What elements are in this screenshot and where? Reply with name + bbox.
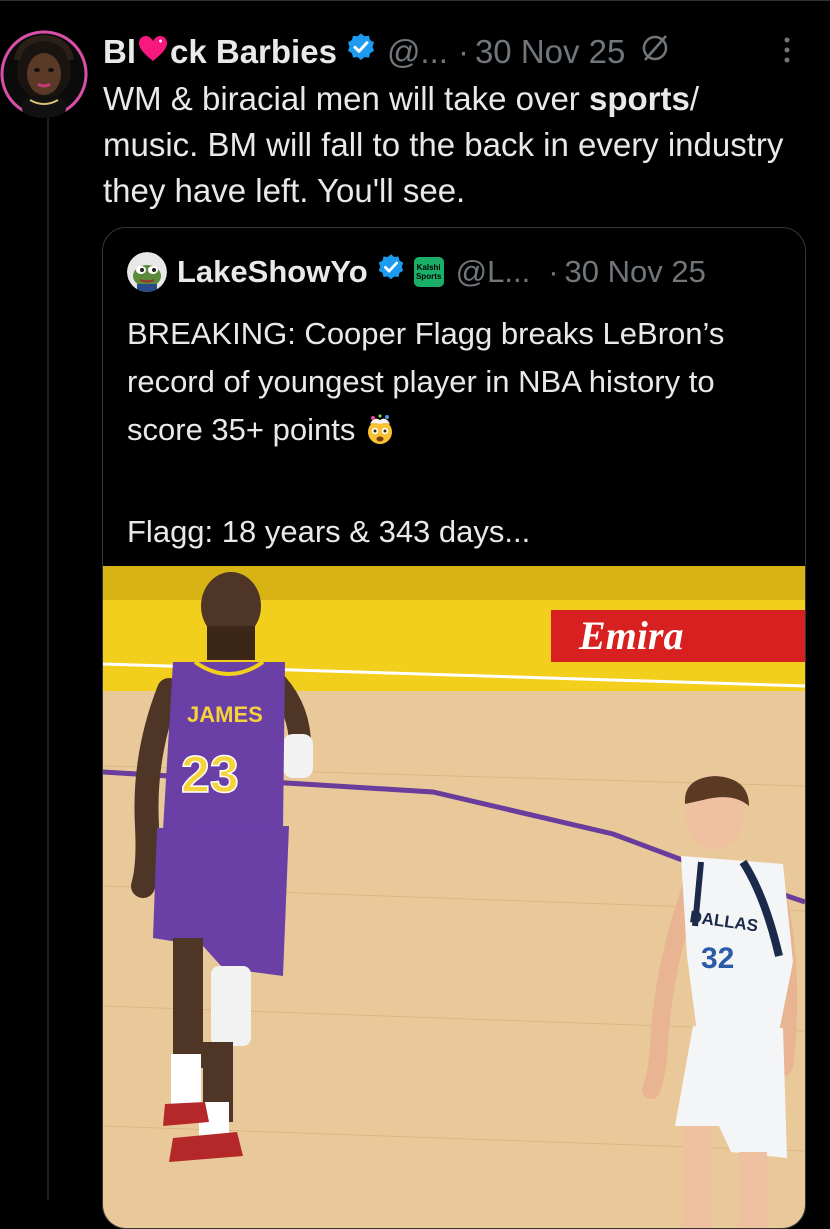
quoted-author-handle[interactable]: @L...	[456, 254, 531, 290]
author-handle[interactable]: @...	[387, 33, 448, 71]
author-avatar[interactable]	[0, 30, 88, 118]
tweet-text-bold: sports	[588, 80, 690, 117]
quoted-text-line1: BREAKING: Cooper Flagg breaks LeBron’s r…	[127, 310, 787, 460]
quoted-tweet-photo[interactable]: Emira JAMES 23 DALLAS 32	[103, 566, 805, 1228]
quoted-timestamp[interactable]: 30 Nov 25	[565, 254, 706, 290]
kalshi-sports-badge: Kalshi Sports	[413, 257, 444, 287]
quoted-author-name[interactable]: LakeShowYo	[177, 254, 368, 290]
quoted-tweet-text: BREAKING: Cooper Flagg breaks LeBron’s r…	[127, 310, 787, 556]
quoted-author-avatar[interactable]	[127, 252, 167, 292]
tweet-text-part1: WM & biracial men will take over	[103, 80, 589, 117]
muted-icon	[639, 32, 671, 72]
thread-line	[47, 118, 49, 1200]
more-options-icon[interactable]	[781, 34, 793, 74]
separator-dot: ·	[548, 254, 559, 289]
player1-number: 23	[181, 746, 239, 804]
separator-dot: ·	[457, 33, 469, 70]
author-name-prefix: Bl	[103, 33, 136, 70]
author-name-suffix: ck Barbies	[170, 33, 337, 70]
badge-line2: Sports	[415, 272, 442, 281]
top-divider	[0, 0, 830, 1]
heart-emoji-icon	[138, 33, 168, 71]
tweet-text: WM & biracial men will take over sports/…	[103, 76, 803, 214]
quoted-text-line1-content: BREAKING: Cooper Flagg breaks LeBron’s r…	[127, 316, 725, 447]
verified-badge-icon	[376, 253, 406, 291]
player2-number: 32	[701, 942, 734, 975]
verified-badge-icon	[345, 32, 377, 72]
basketball-photo: Emira JAMES 23 DALLAS 32	[103, 566, 805, 1228]
badge-line1: Kalshi	[416, 263, 441, 272]
exploding-head-emoji-icon	[364, 412, 396, 460]
quoted-text-line2: Flagg: 18 years & 343 days...	[127, 514, 531, 549]
author-name[interactable]: Bl ck Barbies	[103, 33, 337, 71]
tweet-header: Bl ck Barbies @... · 30 Nov 25	[103, 26, 803, 78]
player1-name: JAMES	[187, 702, 263, 727]
timestamp[interactable]: 30 Nov 25	[475, 33, 625, 71]
banner-text: Emira	[578, 613, 683, 658]
quoted-tweet-card[interactable]: LakeShowYo Kalshi Sports @L... · 30 Nov …	[102, 227, 806, 1229]
quoted-tweet-header: LakeShowYo Kalshi Sports @L... · 30 Nov …	[127, 250, 787, 294]
